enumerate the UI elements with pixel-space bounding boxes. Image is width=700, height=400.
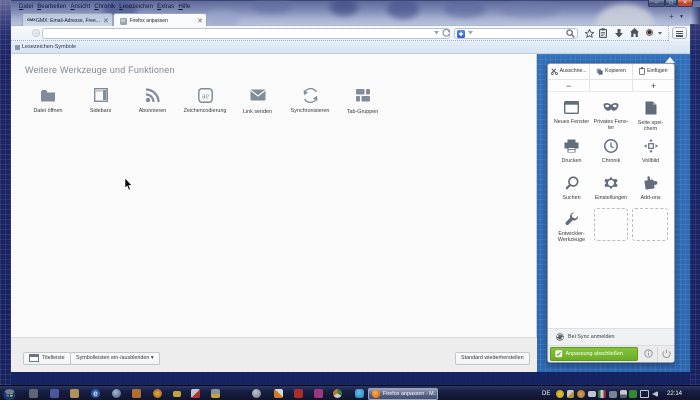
svg-text:ae: ae xyxy=(201,91,209,100)
